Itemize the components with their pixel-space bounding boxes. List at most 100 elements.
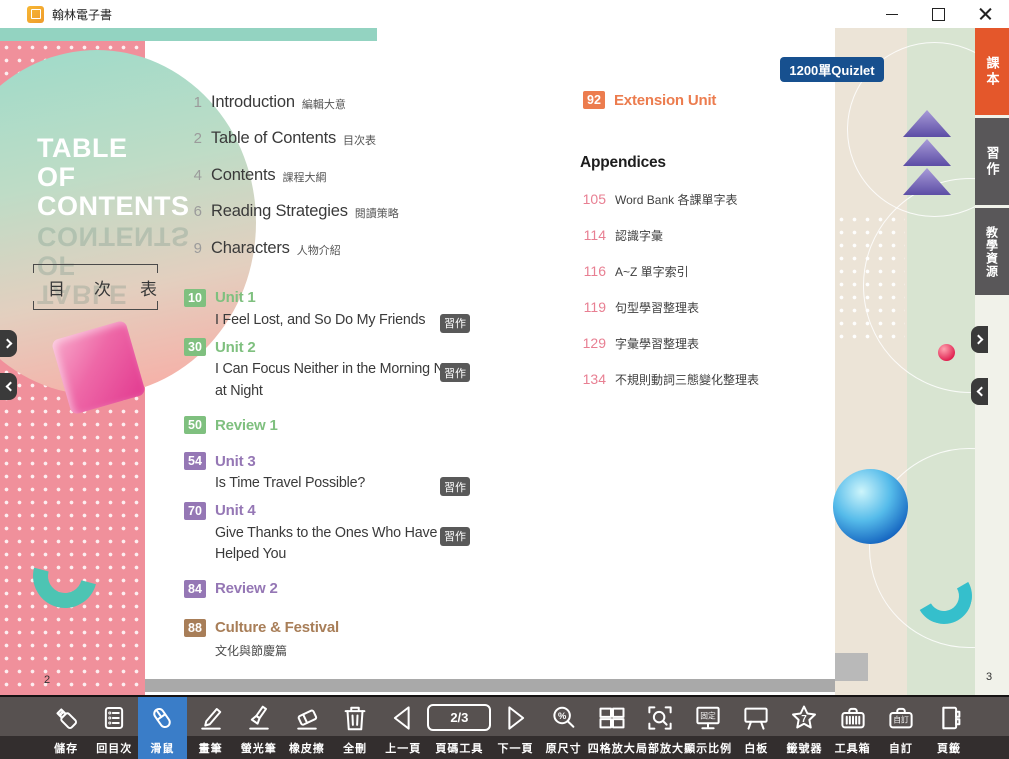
pen-tool-button[interactable]: 畫筆	[187, 697, 235, 759]
appendix-entry[interactable]: 114認識字彙	[580, 217, 870, 253]
toc-entry-review-1[interactable]: 50Review 1	[184, 415, 529, 435]
page-ref-badge: 88	[184, 619, 206, 637]
blue-sphere-decoration	[833, 469, 908, 544]
region-zoom-icon	[645, 698, 675, 737]
whiteboard-tool-button[interactable]: 白板	[732, 697, 780, 759]
page-ref: 116	[580, 263, 606, 279]
page-ref: 114	[580, 227, 606, 243]
tool-label: 原尺寸	[546, 737, 582, 759]
scrollbar-corner[interactable]	[835, 653, 868, 681]
window-controls	[868, 0, 1009, 28]
appendices-section: Appendices 105Word Bank 各課單字表114認識字彙116A…	[580, 154, 870, 397]
pen-icon	[196, 698, 226, 737]
app-logo-icon	[27, 6, 44, 23]
book-spread: TABLE OF CONTENTS TABLE OF CONTENTS 目次表 …	[0, 28, 1009, 695]
svg-text:%: %	[558, 710, 567, 720]
tab-teaching-resources[interactable]: 教學資源	[975, 208, 1009, 295]
entry-title-zh: 目次表	[343, 129, 376, 148]
toc-entry-review-2[interactable]: 84Review 2	[184, 579, 529, 599]
toc-entry[interactable]: 4Contents課程大綱	[184, 157, 529, 194]
svg-text:自訂: 自訂	[893, 714, 909, 724]
back-to-toc-tool-button[interactable]: 回目次	[90, 697, 138, 759]
mouse-tool-button[interactable]: 滑鼠	[138, 697, 186, 759]
toc-entry-unit-2[interactable]: 30Unit 2I Can Focus Neither in the Morni…	[184, 337, 529, 402]
toolbox-tool-button[interactable]: 工具箱	[829, 697, 877, 759]
entry-head: 10Unit 1	[184, 288, 529, 308]
tab-textbook[interactable]: 課本	[975, 28, 1009, 115]
unit-subtitle: I Can Focus Neither in the Morning Nor a…	[215, 359, 463, 402]
toc-entry[interactable]: 2Table of Contents目次表	[184, 121, 529, 158]
four-grid-icon	[597, 698, 627, 737]
extension-unit-title: Extension Unit	[614, 92, 716, 109]
page-ref: 134	[580, 371, 606, 387]
toc-entry-unit-1[interactable]: 10Unit 1I Feel Lost, and So Do My Friend…	[184, 288, 529, 332]
save-tool-button[interactable]: 儲存	[42, 697, 90, 759]
highlighter-icon	[244, 698, 274, 737]
tool-label: 白板	[744, 737, 768, 759]
page-ref: 2	[184, 130, 202, 147]
toc-entry[interactable]: 1Introduction編輯大意	[184, 84, 529, 121]
toc-entry[interactable]: 6Reading Strategies閱讀策略	[184, 194, 529, 231]
entry-head: 88Culture & Festival	[184, 618, 529, 638]
quizlet-button[interactable]: 1200單Quizlet	[780, 57, 884, 82]
display-ratio-tool-button[interactable]: 固定顯示比例	[684, 697, 732, 759]
next-page-tool-button[interactable]: 下一頁	[491, 697, 539, 759]
appendix-entry[interactable]: 119句型學習整理表	[580, 289, 870, 325]
right-edge-next-button[interactable]	[971, 326, 988, 353]
title-bar: 翰林電子書	[0, 0, 1009, 28]
workbook-badge[interactable]: 習作	[440, 314, 470, 333]
delete-all-tool-button[interactable]: 全刪	[331, 697, 379, 759]
star-icon: 7	[789, 698, 819, 737]
appendix-title: 不規則動詞三態變化整理表	[615, 371, 759, 388]
toc-entry-culture-festival[interactable]: 88Culture & Festival文化與節慶篇	[184, 618, 529, 659]
workbook-badge[interactable]: 習作	[440, 363, 470, 382]
custom-tool-button[interactable]: 自訂自訂	[877, 697, 925, 759]
toc-entry-extension-unit[interactable]: 92 Extension Unit	[583, 91, 716, 109]
right-page-number: 3	[986, 671, 992, 683]
entry-head: 30Unit 2	[184, 337, 529, 357]
close-button[interactable]	[962, 0, 1009, 28]
toc-title-zh: 目次表	[33, 264, 158, 310]
original-size-tool-button[interactable]: % 原尺寸	[540, 697, 588, 759]
page-tabs-tool-button[interactable]: 頁籤	[925, 697, 973, 759]
bottom-toolbar: 儲存回目次滑鼠畫筆螢光筆橡皮擦全刪上一頁 2/3頁碼工具下一頁% 原尺寸四格放大局部…	[0, 695, 1009, 759]
tab-workbook[interactable]: 習作	[975, 118, 1009, 205]
mouse-icon	[147, 698, 177, 737]
workbook-badge[interactable]: 習作	[440, 527, 470, 546]
maximize-button[interactable]	[915, 0, 962, 28]
page-number-tool-button[interactable]: 2/3頁碼工具	[427, 697, 491, 759]
usb-save-icon	[51, 698, 81, 737]
toc-entry[interactable]: 9Characters人物介紹	[184, 230, 529, 267]
region-zoom-tool-button[interactable]: 局部放大	[636, 697, 684, 759]
appendix-title: A~Z 單字索引	[615, 263, 689, 280]
appendix-entry[interactable]: 134 不規則動詞三態變化整理表	[580, 361, 870, 397]
toc-entry-unit-4[interactable]: 70Unit 4Give Thanks to the Ones Who Have…	[184, 501, 529, 566]
prev-page-tool-button[interactable]: 上一頁	[379, 697, 427, 759]
page-indicator-value[interactable]: 2/3	[427, 704, 491, 731]
tool-label: 上一頁	[385, 737, 421, 759]
appendix-entry[interactable]: 129字彙學習整理表	[580, 325, 870, 361]
unit-group: 88Culture & Festival文化與節慶篇	[184, 618, 529, 659]
toc-entry-unit-3[interactable]: 54Unit 3Is Time Travel Possible?習作	[184, 451, 529, 495]
left-edge-next-button[interactable]	[0, 330, 17, 357]
entry-head: 50Review 1	[184, 415, 529, 435]
minimize-button[interactable]	[868, 0, 915, 28]
unit-group: 10Unit 1I Feel Lost, and So Do My Friend…	[184, 288, 529, 436]
entry-title-zh: 閱讀策略	[355, 202, 399, 221]
appendix-entry[interactable]: 105Word Bank 各課單字表	[580, 181, 870, 217]
workbook-badge[interactable]: 習作	[440, 477, 470, 496]
four-grid-zoom-tool-button[interactable]: 四格放大	[588, 697, 636, 759]
tool-label: 自訂	[889, 737, 913, 759]
unit-title: Unit 3	[215, 453, 255, 470]
highlighter-tool-button[interactable]: 螢光筆	[235, 697, 283, 759]
appendix-entry[interactable]: 116 A~Z 單字索引	[580, 253, 870, 289]
horizontal-scrollbar[interactable]	[145, 679, 835, 692]
number-picker-tool-button[interactable]: 7籤號器	[780, 697, 828, 759]
right-edge-prev-button[interactable]	[971, 378, 988, 405]
eraser-tool-button[interactable]: 橡皮擦	[283, 697, 331, 759]
page-ref: 6	[184, 203, 202, 220]
appendices-list: 105Word Bank 各課單字表114認識字彙 116 A~Z 單字索引 119句…	[580, 181, 870, 397]
entry-title-zh: 編輯大意	[302, 93, 346, 112]
entry-title: Introduction	[211, 93, 295, 112]
left-edge-prev-button[interactable]	[0, 373, 17, 400]
